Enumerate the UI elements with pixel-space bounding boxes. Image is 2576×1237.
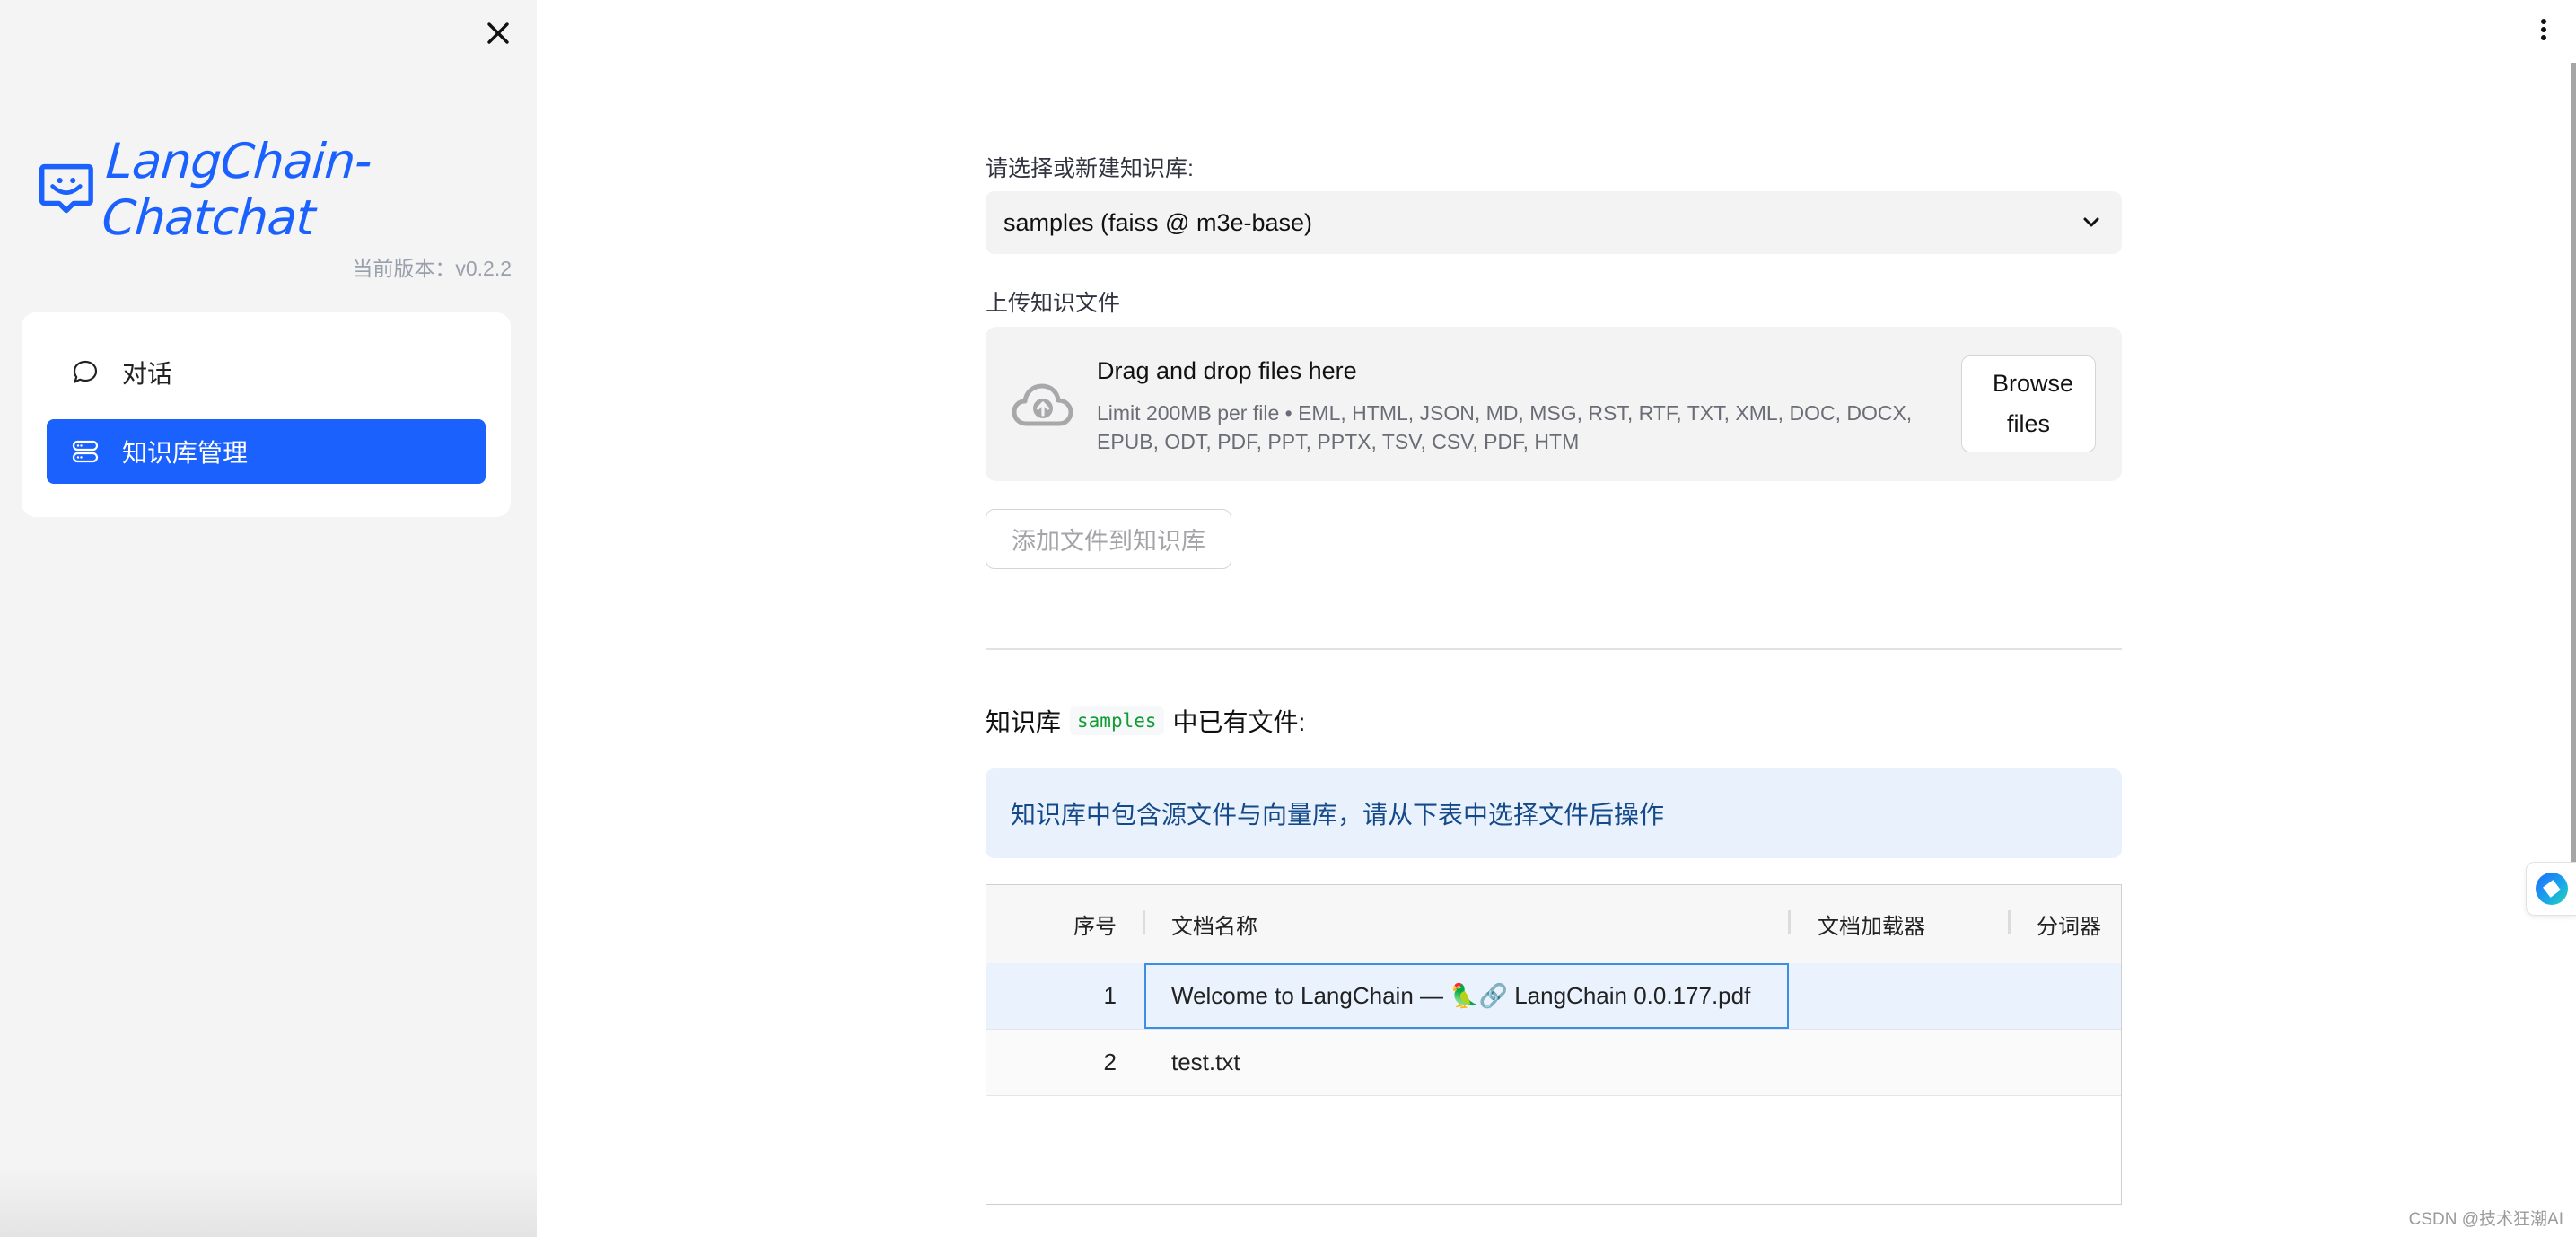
- column-resize-handle[interactable]: [1788, 910, 1791, 934]
- nav-menu: 对话 知识库管理: [22, 312, 511, 517]
- row-index: 1: [1103, 982, 1117, 1009]
- nav-item-knowledge-base-label: 知识库管理: [122, 439, 249, 467]
- row-file-name[interactable]: Welcome to LangChain — 🦜🔗 LangChain 0.0.…: [1144, 963, 1789, 1029]
- add-files-to-kb-button[interactable]: 添加文件到知识库: [986, 509, 1231, 569]
- info-alert-text: 知识库中包含源文件与向量库，请从下表中选择文件后操作: [1011, 801, 1665, 829]
- heading-prefix: 知识库: [986, 708, 1062, 736]
- cloud-upload-icon: [1012, 383, 1073, 426]
- column-header-loader[interactable]: 文档加载器: [1818, 885, 1925, 963]
- app-logo-text: LangChain-Chatchat: [100, 133, 373, 246]
- assistant-logo-icon: [2536, 873, 2568, 905]
- nav-item-chat-label: 对话: [122, 360, 173, 388]
- info-alert: 知识库中包含源文件与向量库，请从下表中选择文件后操作: [986, 768, 2122, 858]
- close-icon: [487, 22, 509, 44]
- dropzone-limit-text: Limit 200MB per file • EML, HTML, JSON, …: [1097, 401, 1913, 453]
- kb-select-label: 请选择或新建知识库:: [986, 156, 1194, 181]
- column-resize-handle[interactable]: [2008, 910, 2011, 934]
- version-label: 当前版本：v0.2.2: [352, 257, 512, 280]
- kb-name-code: samples: [1070, 706, 1164, 735]
- watermark: CSDN @技术狂潮AI: [2408, 1210, 2563, 1229]
- row-index: 2: [1103, 1048, 1117, 1075]
- nav-item-knowledge-base[interactable]: 知识库管理: [47, 419, 486, 484]
- column-header-tokenizer[interactable]: 分词器: [2037, 885, 2101, 963]
- more-vertical-icon: [2541, 19, 2546, 40]
- table-row[interactable]: 2 test.txt: [986, 1030, 2121, 1096]
- chat-bubble-icon: [70, 357, 101, 388]
- dropzone-title: Drag and drop files here: [1097, 357, 1357, 384]
- page-scrollbar[interactable]: [2571, 63, 2576, 873]
- main-menu-button[interactable]: [2533, 18, 2554, 45]
- column-resize-handle[interactable]: [1143, 910, 1145, 934]
- close-sidebar-button[interactable]: [483, 18, 513, 48]
- chevron-down-icon: [2083, 217, 2099, 227]
- nav-item-chat[interactable]: 对话: [47, 340, 486, 405]
- floating-assistant-button[interactable]: [2526, 862, 2576, 916]
- existing-files-heading: 知识库 samples 中已有文件:: [986, 703, 2122, 739]
- files-table: 序号 文档名称 文档加载器 分词器 1 Welcome to LangChain…: [986, 884, 2122, 1205]
- database-icon: [70, 436, 101, 467]
- app-logo: LangChain-Chatchat: [39, 133, 537, 246]
- kb-select-value: samples (faiss @ m3e-base): [1003, 208, 1313, 236]
- column-header-index[interactable]: 序号: [986, 885, 1117, 963]
- table-header: 序号 文档名称 文档加载器 分词器: [986, 885, 2121, 964]
- upload-label: 上传知识文件: [986, 291, 1121, 316]
- section-divider: [986, 648, 2122, 650]
- smiley-chat-bubble-icon: [39, 163, 93, 214]
- browse-files-label: Browse files: [1993, 370, 2074, 437]
- kb-select[interactable]: samples (faiss @ m3e-base): [986, 191, 2122, 254]
- row-file-name[interactable]: test.txt: [1144, 1030, 1789, 1095]
- heading-suffix: 中已有文件:: [1172, 708, 1306, 736]
- sidebar: LangChain-Chatchat 当前版本：v0.2.2 对话 知识库管理: [0, 0, 537, 1237]
- column-header-name[interactable]: 文档名称: [1171, 885, 1257, 963]
- browse-files-button[interactable]: Browse files: [1961, 355, 2096, 452]
- table-row[interactable]: 1 Welcome to LangChain — 🦜🔗 LangChain 0.…: [986, 963, 2121, 1030]
- file-dropzone[interactable]: Drag and drop files here Limit 200MB per…: [986, 327, 2122, 481]
